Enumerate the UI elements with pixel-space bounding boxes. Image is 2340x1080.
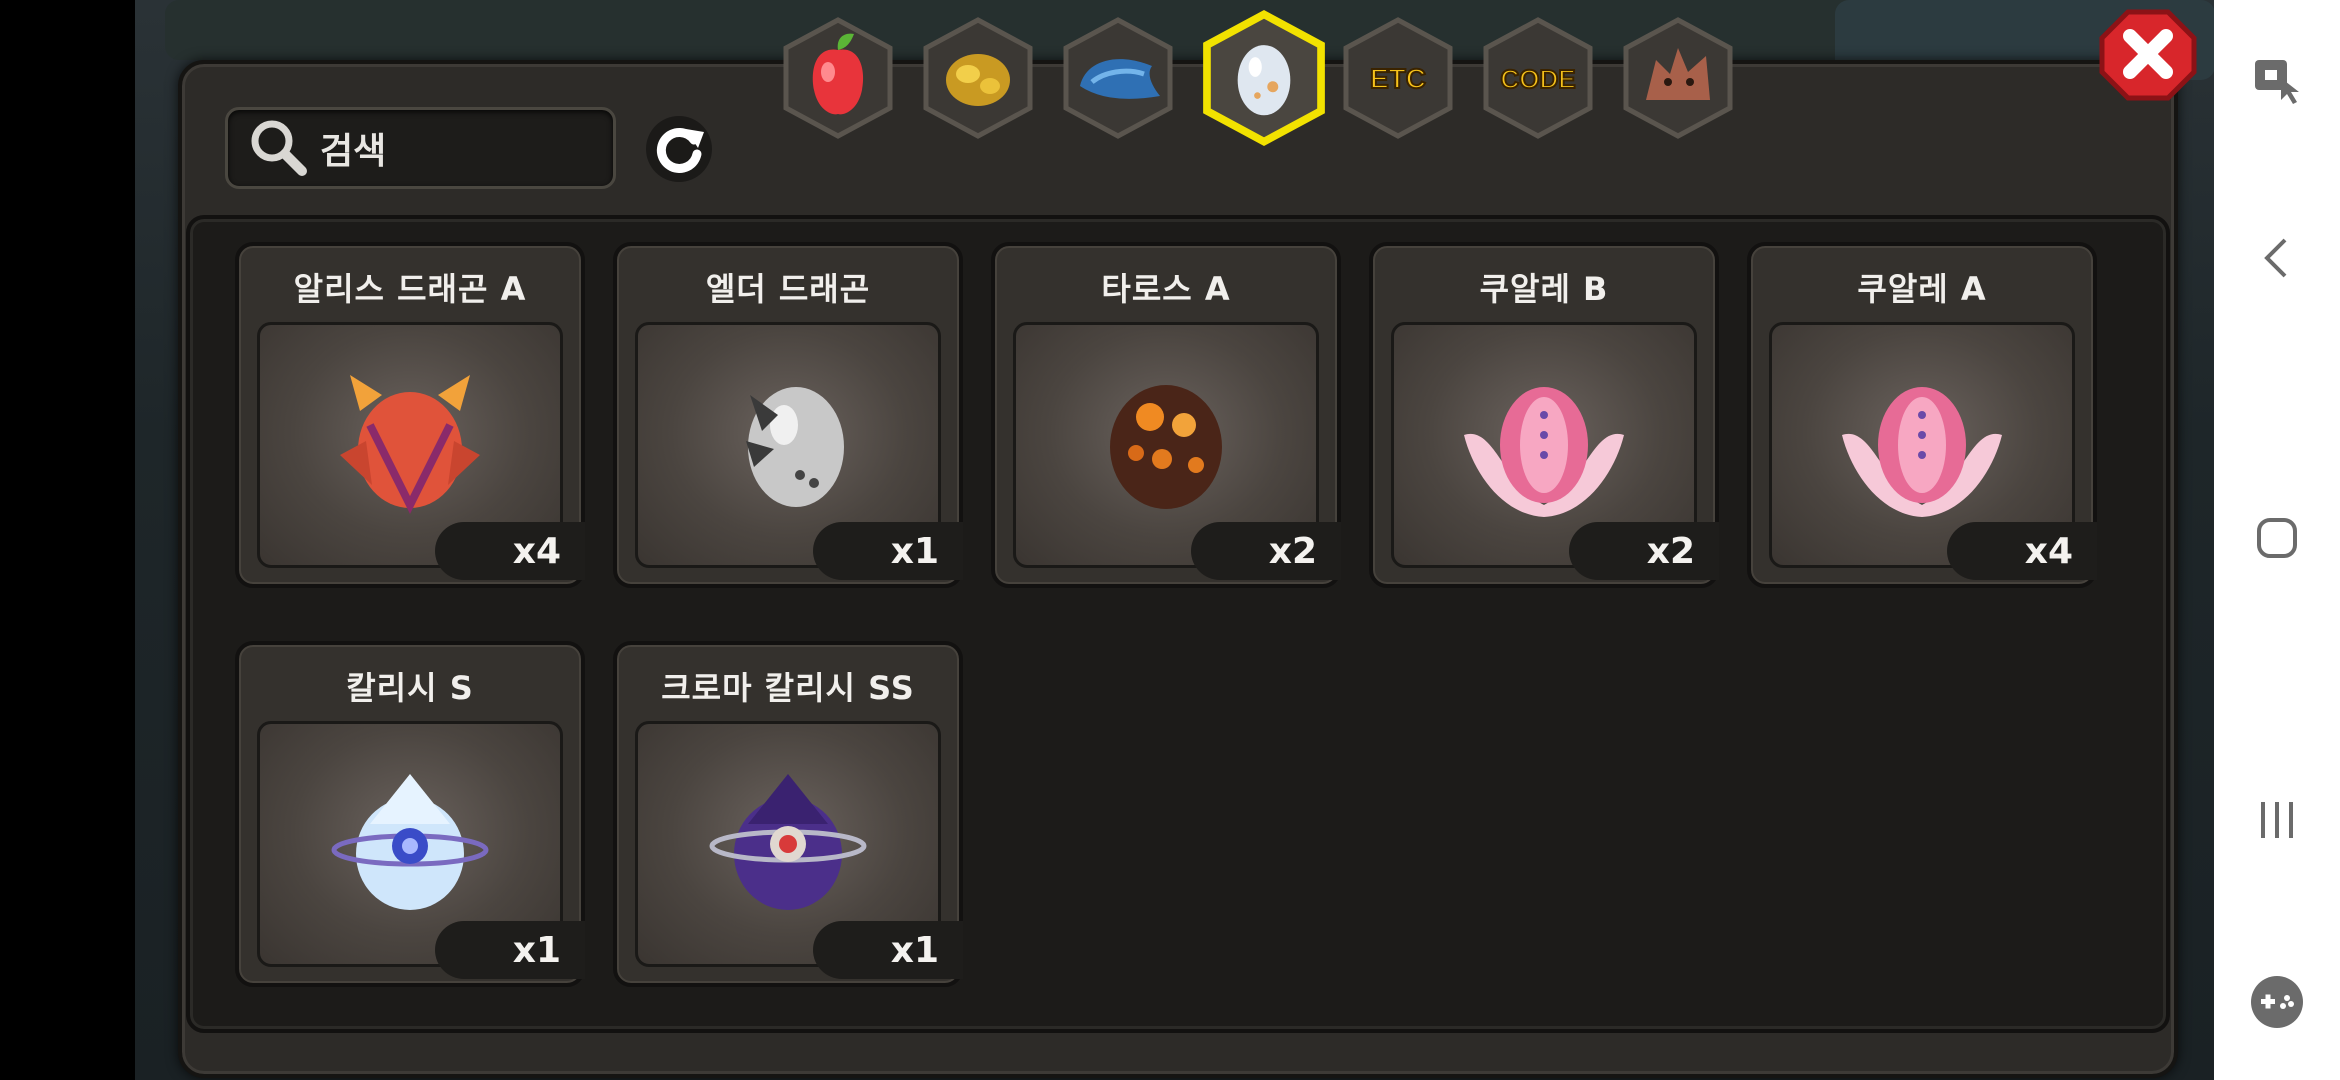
item-name: 엘더 드래곤 [705, 270, 871, 308]
tab-code-label: CODE [1500, 64, 1575, 94]
item-name: 칼리시 S [346, 669, 474, 707]
egg-icon [1237, 45, 1291, 116]
item-card[interactable]: 칼리시 S x1 [235, 641, 585, 987]
tab-beast[interactable] [1616, 16, 1740, 140]
tab-fruit[interactable] [776, 16, 900, 140]
tab-egg[interactable] [1196, 10, 1332, 146]
item-card[interactable]: 쿠알레 B x2 [1369, 242, 1719, 588]
item-card[interactable]: 크로마 칼리시 SS x1 [613, 641, 963, 987]
item-card[interactable]: 엘더 드래곤 x1 [613, 242, 963, 588]
item-name: 쿠알레 A [1857, 270, 1987, 308]
tab-etc-label: ETC [1370, 63, 1426, 94]
search-icon [251, 120, 307, 176]
tab-gold[interactable] [916, 16, 1040, 140]
item-count: x2 [1191, 522, 1341, 580]
item-card[interactable]: 쿠알레 A x4 [1747, 242, 2097, 588]
orange-dragon-egg-icon [340, 375, 480, 514]
tab-code[interactable]: CODE [1476, 16, 1600, 140]
recent-apps-icon[interactable] [2247, 790, 2307, 850]
item-count: x1 [813, 921, 963, 979]
system-nav-bar [2214, 0, 2340, 1080]
purple-crystal-egg-icon [709, 774, 867, 910]
refresh-icon[interactable] [642, 112, 716, 186]
item-count: x1 [435, 921, 585, 979]
search-field[interactable]: 검색 [225, 107, 616, 189]
pink-shell-egg-icon [1464, 387, 1624, 517]
item-count: x4 [1947, 522, 2097, 580]
item-count: x2 [1569, 522, 1719, 580]
home-icon[interactable] [2247, 508, 2307, 568]
item-name: 타로스 A [1101, 270, 1231, 308]
gold-ore-icon [946, 54, 1010, 106]
item-name: 알리스 드래곤 A [293, 270, 527, 308]
ice-crystal-egg-icon [331, 774, 489, 910]
search-placeholder: 검색 [320, 131, 387, 172]
close-button[interactable] [2098, 8, 2198, 102]
item-card[interactable]: 알리스 드래곤 A x4 [235, 242, 585, 588]
tab-scale[interactable] [1056, 16, 1180, 140]
lava-egg-icon [1110, 385, 1222, 509]
tab-etc[interactable]: ETC [1336, 16, 1460, 140]
item-card[interactable]: 타로스 A x2 [991, 242, 1341, 588]
game-controller-icon[interactable] [2247, 972, 2307, 1032]
back-icon[interactable] [2247, 228, 2307, 288]
item-name: 쿠알레 B [1479, 270, 1609, 308]
screen-lock-touch-icon[interactable] [2247, 48, 2307, 108]
item-count: x4 [435, 522, 585, 580]
item-count: x1 [813, 522, 963, 580]
pink-shell-egg-icon [1842, 387, 2002, 517]
grey-dragon-egg-icon [746, 387, 844, 507]
item-name: 크로마 칼리시 SS [661, 669, 915, 707]
